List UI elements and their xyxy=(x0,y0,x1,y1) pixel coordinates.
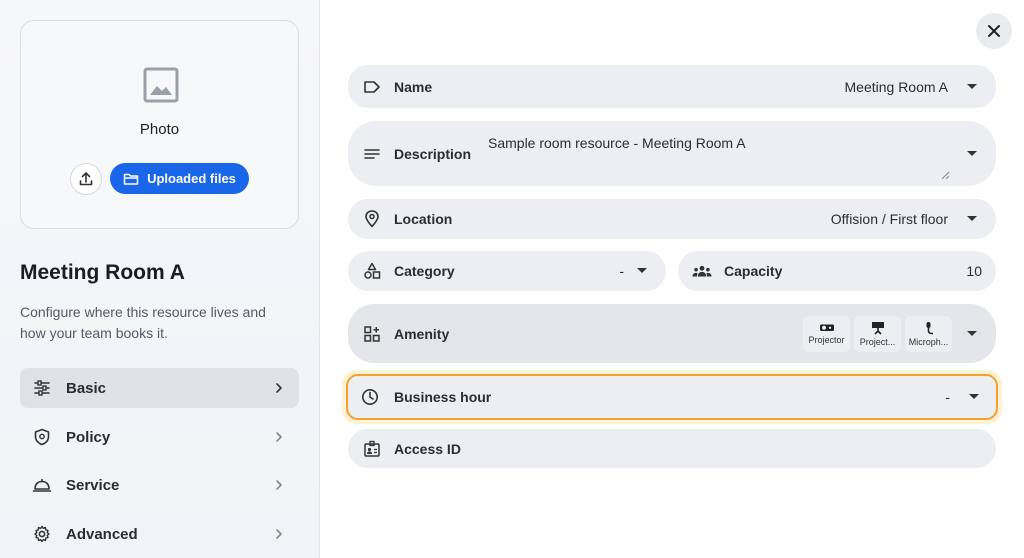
caret-down-icon[interactable] xyxy=(964,387,984,407)
category-label: Category xyxy=(394,263,455,279)
amenity-field[interactable]: Amenity Projector Project... Microph... xyxy=(348,304,996,363)
nav-item-service[interactable]: Service xyxy=(20,465,299,505)
access-id-field[interactable]: Access ID xyxy=(348,429,996,468)
chevron-right-icon xyxy=(271,526,287,542)
amenity-chip-microphone[interactable]: Microph... xyxy=(905,315,952,352)
business-hour-field[interactable]: Business hour - xyxy=(346,374,998,420)
description-label: Description xyxy=(394,145,472,162)
service-bell-icon xyxy=(32,475,52,495)
capacity-field[interactable]: Capacity 10 xyxy=(678,251,996,291)
close-icon xyxy=(988,25,1000,37)
shapes-icon xyxy=(362,261,382,281)
name-field[interactable]: Name Meeting Room A xyxy=(348,65,996,108)
upload-button[interactable] xyxy=(70,163,102,195)
category-value: - xyxy=(619,263,624,279)
description-textarea[interactable]: Sample room resource - Meeting Room A xyxy=(488,135,746,151)
caret-down-icon[interactable] xyxy=(962,144,982,164)
amenity-chips: Projector Project... Microph... xyxy=(799,315,952,352)
business-hour-value: - xyxy=(945,389,950,405)
tag-icon xyxy=(362,77,382,97)
text-lines-icon xyxy=(362,144,382,164)
amenity-chip-label: Project... xyxy=(859,336,896,347)
group-icon xyxy=(692,261,712,281)
photo-label: Photo xyxy=(139,121,180,138)
location-label: Location xyxy=(394,211,453,227)
nav-label: Policy xyxy=(66,428,111,446)
gear-icon xyxy=(32,524,52,544)
capacity-label: Capacity xyxy=(724,263,783,279)
amenity-chip-label: Microph... xyxy=(908,336,949,347)
shield-icon xyxy=(32,427,52,447)
sliders-icon xyxy=(32,378,52,398)
photo-card: Photo Uploaded files xyxy=(20,20,299,229)
business-hour-label: Business hour xyxy=(394,389,492,405)
chevron-right-icon xyxy=(271,380,287,396)
location-pin-icon xyxy=(362,209,382,229)
name-label: Name xyxy=(394,78,433,95)
caret-down-icon[interactable] xyxy=(632,261,652,281)
amenity-chip-label: Projector xyxy=(808,334,845,345)
resource-title: Meeting Room A xyxy=(20,261,185,284)
image-placeholder-icon xyxy=(142,66,180,104)
uploaded-files-label: Uploaded files xyxy=(147,171,236,186)
upload-icon xyxy=(79,172,93,186)
nav-item-basic[interactable]: Basic xyxy=(20,368,299,408)
description-field[interactable]: Description Sample room resource - Meeti… xyxy=(348,121,996,186)
clock-icon xyxy=(360,387,380,407)
uploaded-files-button[interactable]: Uploaded files xyxy=(110,163,249,194)
access-id-label: Access ID xyxy=(394,440,461,457)
name-value: Meeting Room A xyxy=(844,78,949,95)
nav-item-policy[interactable]: Policy xyxy=(20,417,299,457)
location-value: Offision / First floor xyxy=(830,211,948,227)
amenity-chip-projector-screen[interactable]: Project... xyxy=(854,315,901,352)
caret-down-icon[interactable] xyxy=(962,324,982,344)
chevron-right-icon xyxy=(271,477,287,493)
nav-label: Advanced xyxy=(66,525,138,543)
resize-handle-icon[interactable] xyxy=(940,167,950,185)
nav-label: Basic xyxy=(66,379,107,397)
sidebar: Photo Uploaded files Meeting Room A Conf… xyxy=(0,0,320,558)
grid-add-icon xyxy=(362,324,382,344)
capacity-value: 10 xyxy=(966,263,982,279)
id-badge-icon xyxy=(362,439,382,459)
folder-icon xyxy=(123,173,139,185)
category-field[interactable]: Category - xyxy=(348,251,666,291)
caret-down-icon[interactable] xyxy=(962,209,982,229)
amenity-chip-projector[interactable]: Projector xyxy=(803,315,850,352)
location-field[interactable]: Location Offision / First floor xyxy=(348,199,996,239)
resource-description: Configure where this resource lives and … xyxy=(20,304,266,341)
microphone-icon xyxy=(926,321,933,334)
projector-icon xyxy=(819,324,834,331)
nav-item-advanced[interactable]: Advanced xyxy=(20,514,299,554)
chevron-right-icon xyxy=(271,429,287,445)
nav-label: Service xyxy=(66,476,120,494)
close-button[interactable] xyxy=(976,13,1012,49)
projector-screen-icon xyxy=(871,321,884,335)
caret-down-icon[interactable] xyxy=(962,77,982,97)
amenity-label: Amenity xyxy=(394,325,450,342)
